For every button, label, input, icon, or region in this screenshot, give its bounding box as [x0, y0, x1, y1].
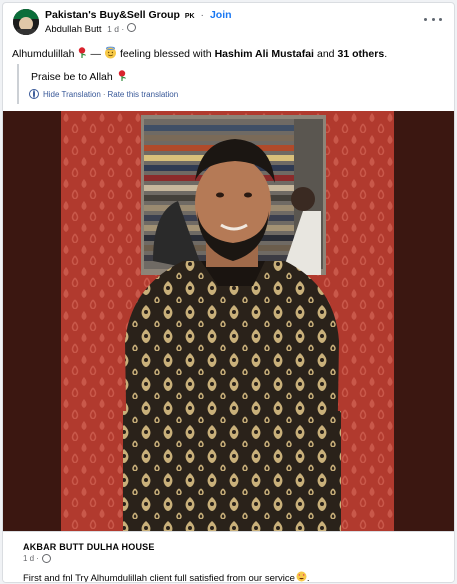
hide-translation-link[interactable]: Hide Translation — [43, 90, 101, 99]
translate-globe-icon — [29, 89, 39, 99]
translation-links: Hide Translation · Rate this translation — [29, 89, 178, 99]
status-start: Alhumdulillah — [12, 48, 75, 60]
translation-block: Praise be to Allah Hide Translation · Ra… — [17, 64, 439, 104]
heart-eyes-emoji-icon — [296, 571, 307, 582]
and-text: and — [316, 48, 335, 60]
others-link[interactable]: 31 others — [338, 48, 385, 60]
group-avatar[interactable] — [13, 9, 39, 35]
feeling-text: feeling blessed with — [119, 48, 212, 60]
post-card: Pakistan's Buy&Sell Group PK · Join Abdu… — [2, 2, 455, 583]
status-end: . — [384, 48, 388, 60]
author-name-link[interactable]: Abdullah Butt — [45, 24, 102, 35]
join-group-link[interactable]: Join — [210, 9, 232, 21]
separator-dot: · — [102, 89, 106, 99]
post-photo[interactable] — [3, 111, 454, 531]
more-options-icon[interactable] — [424, 12, 442, 26]
separator-dot: · — [200, 9, 205, 21]
page-name-link[interactable]: AKBAR BUTT DULHA HOUSE — [23, 542, 155, 552]
link-preview-meta: 1 d · — [23, 554, 51, 563]
link-preview[interactable]: AKBAR BUTT DULHA HOUSE 1 d · First and fn… — [3, 531, 454, 583]
country-badge: PK — [184, 13, 195, 20]
blessed-face-emoji-icon — [104, 46, 117, 62]
link-preview-time[interactable]: 1 d — [23, 554, 34, 563]
rose-emoji-icon — [117, 70, 127, 84]
caption-text: First and fnl Try Alhumdulillah client f… — [23, 572, 295, 583]
rose-emoji-icon — [77, 47, 87, 61]
author-line: Abdullah Butt 1 d · — [45, 23, 137, 35]
post-status-text: Alhumdulillah — feeling blessed with Has… — [12, 46, 387, 62]
globe-icon — [127, 23, 137, 32]
post-header: Pakistan's Buy&Sell Group PK · Join Abdu… — [3, 3, 454, 39]
globe-icon — [41, 554, 51, 563]
tagged-person-link[interactable]: Hashim Ali Mustafai — [215, 48, 314, 60]
translated-text: Praise be to Allah — [31, 71, 113, 83]
post-time[interactable]: 1 d · — [107, 24, 124, 34]
translated-text-line: Praise be to Allah — [31, 70, 127, 84]
status-dash: — — [90, 48, 101, 60]
rate-translation-link[interactable]: Rate this translation — [107, 90, 178, 99]
group-name-line: Pakistan's Buy&Sell Group PK · Join — [45, 9, 232, 21]
group-name-link[interactable]: Pakistan's Buy&Sell Group — [45, 9, 180, 21]
link-preview-caption: First and fnl Try Alhumdulillah client f… — [23, 571, 310, 583]
caption-end: . — [306, 572, 310, 583]
